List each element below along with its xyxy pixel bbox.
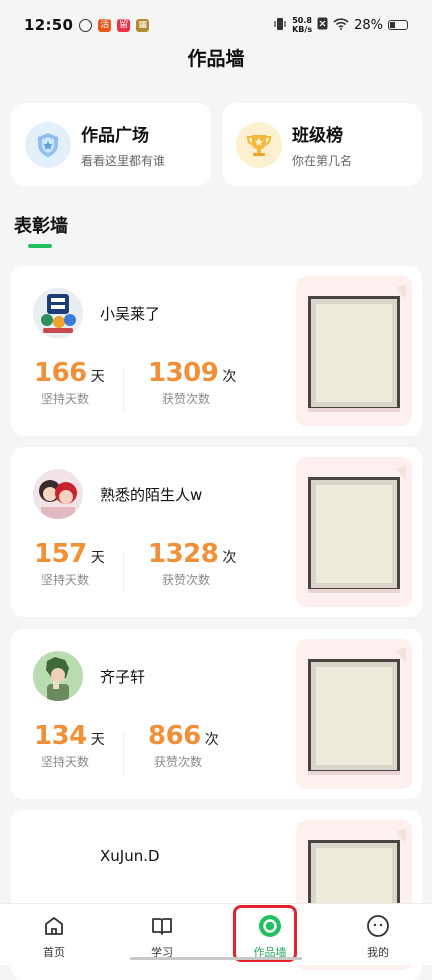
persist-days-unit: 天 <box>90 732 105 748</box>
section-underline <box>28 244 52 248</box>
sim-icon <box>317 17 328 33</box>
likes-value: 1328 <box>148 539 219 569</box>
user-name: XuJun.D <box>100 847 160 865</box>
notification-app-icon: 留 <box>117 18 131 32</box>
user-name: 齐子轩 <box>100 668 146 686</box>
battery-icon <box>388 20 408 30</box>
notification-app-icon <box>79 18 93 32</box>
persist-days-stat: 166 天 坚持天数 <box>34 358 105 407</box>
likes-unit: 次 <box>222 369 237 385</box>
likes-stat: 1309 次 获赞次数 <box>148 358 236 407</box>
works-square-title: 作品广场 <box>81 125 149 146</box>
artwork-frame-thumbnail[interactable] <box>296 639 412 789</box>
bottom-nav: 首页 学习 作品墙 我的 <box>0 903 432 965</box>
likes-stat: 1328 次 获赞次数 <box>148 539 236 588</box>
works-square-card[interactable]: 作品广场 看看这里都有谁 <box>11 103 211 186</box>
stat-divider <box>123 369 124 413</box>
likes-label: 获赞次数 <box>162 392 211 406</box>
vibrate-icon <box>273 17 287 34</box>
likes-unit: 次 <box>204 732 219 748</box>
avatar <box>33 651 83 701</box>
notification-app-icon: 活 <box>98 18 112 32</box>
home-icon <box>42 914 66 941</box>
user-name: 小吴莱了 <box>100 305 161 323</box>
avatar <box>33 469 83 519</box>
likes-label: 获赞次数 <box>154 755 203 769</box>
honor-card[interactable]: 齐子轩 134 天 坚持天数 866 次 获赞次数 <box>11 629 422 799</box>
class-ranking-title: 班级榜 <box>292 125 343 146</box>
class-ranking-subtitle: 你在第几名 <box>292 153 353 168</box>
persist-days-unit: 天 <box>90 550 105 566</box>
likes-value: 866 <box>148 721 201 751</box>
wifi-icon <box>333 17 349 33</box>
badge-shield-icon <box>25 121 71 168</box>
persist-days-label: 坚持天数 <box>41 755 90 769</box>
class-ranking-card[interactable]: 班级榜 你在第几名 <box>222 103 422 186</box>
tab-label: 我的 <box>367 946 389 959</box>
smiley-face-icon <box>366 914 390 941</box>
avatar <box>33 288 83 338</box>
stat-divider <box>123 550 124 594</box>
persist-days-stat: 134 天 坚持天数 <box>34 721 105 770</box>
target-circle-icon <box>258 914 282 941</box>
network-speed: 50.8 KB/s <box>292 16 313 34</box>
book-icon <box>150 914 174 941</box>
stat-divider <box>123 732 124 776</box>
status-bar: 12:50 活 留 ▦ 50.8 KB/s 28% <box>0 0 432 50</box>
home-indicator[interactable] <box>130 957 302 960</box>
tab-study[interactable]: 学习 <box>108 904 216 965</box>
persist-days-label: 坚持天数 <box>41 573 90 587</box>
honor-wall-title: 表彰墙 <box>14 216 68 237</box>
persist-days-value: 166 <box>34 358 87 388</box>
trophy-icon <box>236 121 282 168</box>
works-square-subtitle: 看看这里都有谁 <box>81 153 166 168</box>
persist-days-unit: 天 <box>90 369 105 385</box>
likes-unit: 次 <box>222 550 237 566</box>
battery-percent: 28% <box>354 17 383 33</box>
tab-home[interactable]: 首页 <box>0 904 108 965</box>
artwork-frame-thumbnail[interactable] <box>296 457 412 607</box>
persist-days-value: 157 <box>34 539 87 569</box>
persist-days-value: 134 <box>34 721 87 751</box>
honor-card[interactable]: 小吴莱了 166 天 坚持天数 1309 次 获赞次数 <box>11 266 422 436</box>
honor-card[interactable]: 熟悉的陌生人w 157 天 坚持天数 1328 次 获赞次数 <box>11 447 422 617</box>
tab-mine[interactable]: 我的 <box>324 904 432 965</box>
persist-days-label: 坚持天数 <box>41 392 90 406</box>
user-name: 熟悉的陌生人w <box>100 486 203 504</box>
likes-value: 1309 <box>148 358 219 388</box>
likes-label: 获赞次数 <box>162 573 211 587</box>
page-title: 作品墙 <box>187 48 245 70</box>
status-time: 12:50 <box>24 16 74 34</box>
tab-works-wall[interactable]: 作品墙 <box>216 904 324 965</box>
artwork-frame-thumbnail[interactable] <box>296 276 412 426</box>
notification-app-icon: ▦ <box>136 18 150 32</box>
tab-label: 首页 <box>43 946 65 959</box>
persist-days-stat: 157 天 坚持天数 <box>34 539 105 588</box>
likes-stat: 866 次 获赞次数 <box>148 721 219 770</box>
